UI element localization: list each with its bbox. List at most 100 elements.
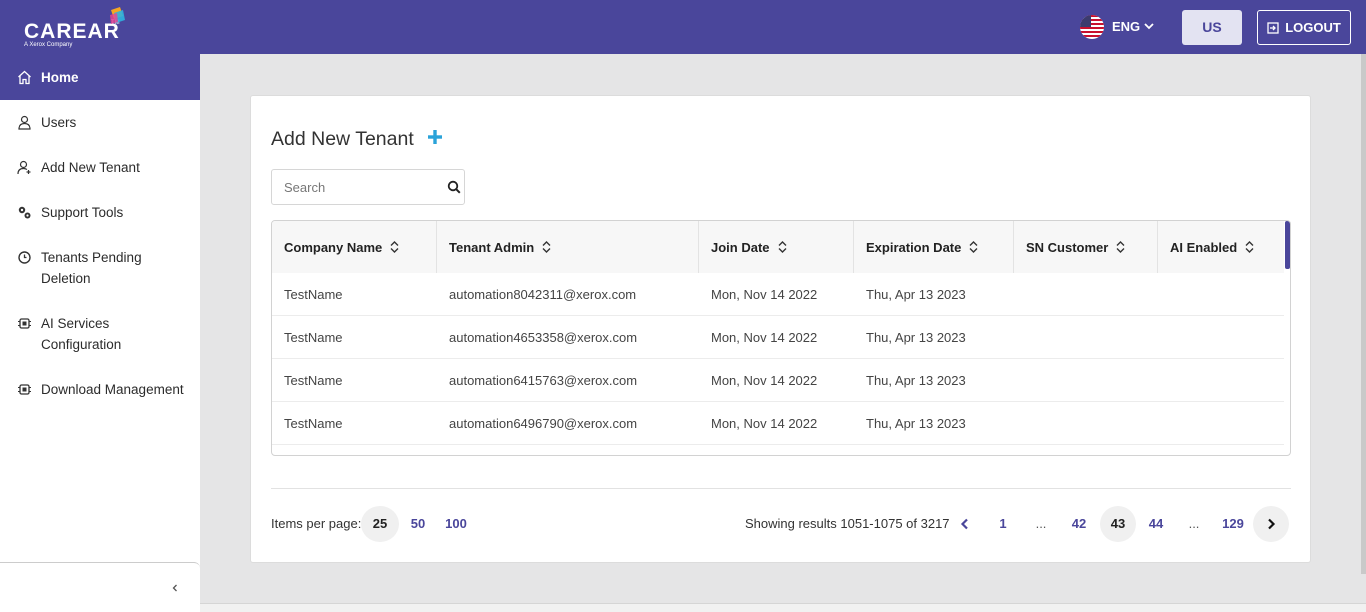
cell-company-name: TestName bbox=[284, 373, 343, 388]
column-header-tenant-admin[interactable]: Tenant Admin bbox=[437, 221, 699, 273]
language-selector[interactable]: ENG bbox=[1112, 19, 1140, 34]
pagination-page-44[interactable]: 44 bbox=[1138, 506, 1174, 542]
pagination-page-42[interactable]: 42 bbox=[1061, 506, 1097, 542]
home-icon bbox=[18, 70, 31, 84]
add-tenant-plus-icon[interactable] bbox=[427, 129, 443, 145]
column-label: Company Name bbox=[284, 239, 383, 255]
table-scrollbar[interactable] bbox=[1285, 221, 1290, 269]
sort-icon bbox=[969, 241, 978, 253]
chevron-left-icon[interactable] bbox=[170, 583, 180, 593]
carear-logo[interactable]: CAREAR TM A Xerox Company bbox=[22, 6, 132, 50]
pagination-next-button[interactable] bbox=[1253, 506, 1289, 542]
chevron-down-icon[interactable] bbox=[1144, 21, 1154, 31]
page-scrollbar[interactable] bbox=[1361, 54, 1366, 574]
search-input[interactable] bbox=[272, 170, 442, 204]
us-flag-icon[interactable] bbox=[1080, 15, 1104, 39]
cell-tenant-admin: automation6496790@xerox.com bbox=[449, 416, 638, 431]
cell-join-date: Mon, Nov 14 2022 bbox=[711, 373, 818, 388]
cell-tenant-admin: automation6415763@xerox.com bbox=[449, 373, 638, 388]
sidebar-item-label: Add New Tenant bbox=[41, 160, 140, 175]
pagination-page-129[interactable]: 129 bbox=[1215, 506, 1251, 542]
logo-cube-icon bbox=[110, 7, 125, 24]
column-header-company-name[interactable]: Company Name bbox=[272, 221, 437, 273]
sort-icon bbox=[1245, 241, 1254, 253]
sidebar-item-label: Download Management bbox=[41, 382, 184, 397]
user-icon bbox=[18, 115, 31, 130]
region-button[interactable]: US bbox=[1182, 10, 1242, 45]
sidebar-item-home[interactable]: Home bbox=[0, 54, 200, 100]
cell-company-name: TestName bbox=[284, 287, 343, 302]
chevron-right-icon bbox=[1268, 518, 1276, 530]
results-summary: Showing results 1051-1075 of 3217 bbox=[745, 516, 950, 531]
cell-join-date: Mon, Nov 14 2022 bbox=[711, 416, 818, 431]
search-box bbox=[271, 169, 465, 205]
logo-text: CAREAR bbox=[24, 20, 120, 43]
column-label: SN Customer bbox=[1026, 239, 1109, 255]
sidebar-item-label: AI Services Configuration bbox=[41, 316, 122, 352]
table-row[interactable]: TestName automation6415763@xerox.com Mon… bbox=[272, 359, 1284, 402]
sidebar-item-ai-services-configuration[interactable]: AI Services Configuration bbox=[0, 313, 160, 355]
column-label: Join Date bbox=[711, 239, 770, 255]
table-header: Company Name Tenant Admin Join Date Expi… bbox=[272, 221, 1284, 273]
column-header-ai-enabled[interactable]: AI Enabled bbox=[1158, 221, 1284, 273]
chip-icon bbox=[18, 318, 31, 329]
sidebar-item-label: Home bbox=[41, 69, 79, 85]
pagination-prev-button[interactable] bbox=[947, 506, 983, 542]
logout-button[interactable]: LOGOUT bbox=[1257, 10, 1351, 45]
tenants-table: Company Name Tenant Admin Join Date Expi… bbox=[271, 220, 1291, 456]
cell-join-date: Mon, Nov 14 2022 bbox=[711, 330, 818, 345]
sidebar-item-download-management[interactable]: Download Management bbox=[0, 379, 200, 400]
sidebar: Home Users Add New Tenant Support Tools bbox=[0, 54, 200, 612]
items-per-page-50[interactable]: 50 bbox=[399, 506, 437, 542]
table-row[interactable]: TestName automation8042311@xerox.com Mon… bbox=[272, 273, 1284, 316]
cell-expiration-date: Thu, Apr 13 2023 bbox=[866, 287, 966, 302]
items-per-page-label: Items per page: bbox=[271, 516, 362, 531]
cell-expiration-date: Thu, Apr 13 2023 bbox=[866, 373, 966, 388]
cell-company-name: TestName bbox=[284, 416, 343, 431]
sidebar-item-label: Support Tools bbox=[41, 205, 124, 220]
footer-strip bbox=[200, 603, 1366, 612]
pagination-page-1[interactable]: 1 bbox=[985, 506, 1021, 542]
divider bbox=[271, 488, 1291, 489]
table-row[interactable]: TestName automation4653358@xerox.com Mon… bbox=[272, 316, 1284, 359]
column-header-sn-customer[interactable]: SN Customer bbox=[1014, 221, 1158, 273]
sort-icon bbox=[778, 241, 787, 253]
logo-subtitle: A Xerox Company bbox=[24, 42, 73, 48]
cell-tenant-admin: automation4653358@xerox.com bbox=[449, 330, 638, 345]
cell-tenant-admin: automation8042311@xerox.com bbox=[449, 287, 637, 302]
table-row[interactable]: TestName automation6496790@xerox.com Mon… bbox=[272, 402, 1284, 445]
search-icon[interactable] bbox=[447, 180, 461, 194]
cell-join-date: Mon, Nov 14 2022 bbox=[711, 287, 818, 302]
pagination-ellipsis: ... bbox=[1035, 516, 1047, 531]
chevron-left-icon bbox=[960, 518, 968, 530]
sort-icon bbox=[542, 241, 551, 253]
pagination-ellipsis: ... bbox=[1188, 516, 1200, 531]
chip-icon bbox=[18, 384, 31, 395]
column-label: AI Enabled bbox=[1170, 239, 1238, 255]
cell-expiration-date: Thu, Apr 13 2023 bbox=[866, 416, 966, 431]
column-label: Tenant Admin bbox=[449, 239, 535, 255]
page-title: Add New Tenant bbox=[271, 128, 414, 150]
sidebar-item-support-tools[interactable]: Support Tools bbox=[0, 202, 200, 223]
add-user-icon bbox=[17, 160, 31, 175]
sidebar-collapse-bar[interactable] bbox=[0, 562, 200, 612]
sort-icon bbox=[1116, 241, 1125, 253]
logout-icon bbox=[1267, 21, 1279, 34]
sort-icon bbox=[390, 241, 399, 253]
tenants-card: Add New Tenant Company Name Tenant Admin… bbox=[250, 95, 1311, 563]
column-label: Expiration Date bbox=[866, 239, 962, 255]
sidebar-item-tenants-pending-deletion[interactable]: Tenants Pending Deletion bbox=[0, 247, 160, 289]
sidebar-item-label: Tenants Pending Deletion bbox=[41, 250, 142, 286]
items-per-page-25[interactable]: 25 bbox=[361, 506, 399, 542]
cell-company-name: TestName bbox=[284, 330, 343, 345]
sidebar-item-users[interactable]: Users bbox=[0, 112, 200, 133]
cell-expiration-date: Thu, Apr 13 2023 bbox=[866, 330, 966, 345]
column-header-join-date[interactable]: Join Date bbox=[699, 221, 854, 273]
sidebar-item-add-new-tenant[interactable]: Add New Tenant bbox=[0, 157, 200, 178]
items-per-page-100[interactable]: 100 bbox=[437, 506, 475, 542]
pagination-page-43[interactable]: 43 bbox=[1100, 506, 1136, 542]
sidebar-item-label: Users bbox=[41, 115, 77, 130]
clock-icon bbox=[18, 251, 31, 264]
column-header-expiration-date[interactable]: Expiration Date bbox=[854, 221, 1014, 273]
logout-label: LOGOUT bbox=[1285, 20, 1341, 35]
